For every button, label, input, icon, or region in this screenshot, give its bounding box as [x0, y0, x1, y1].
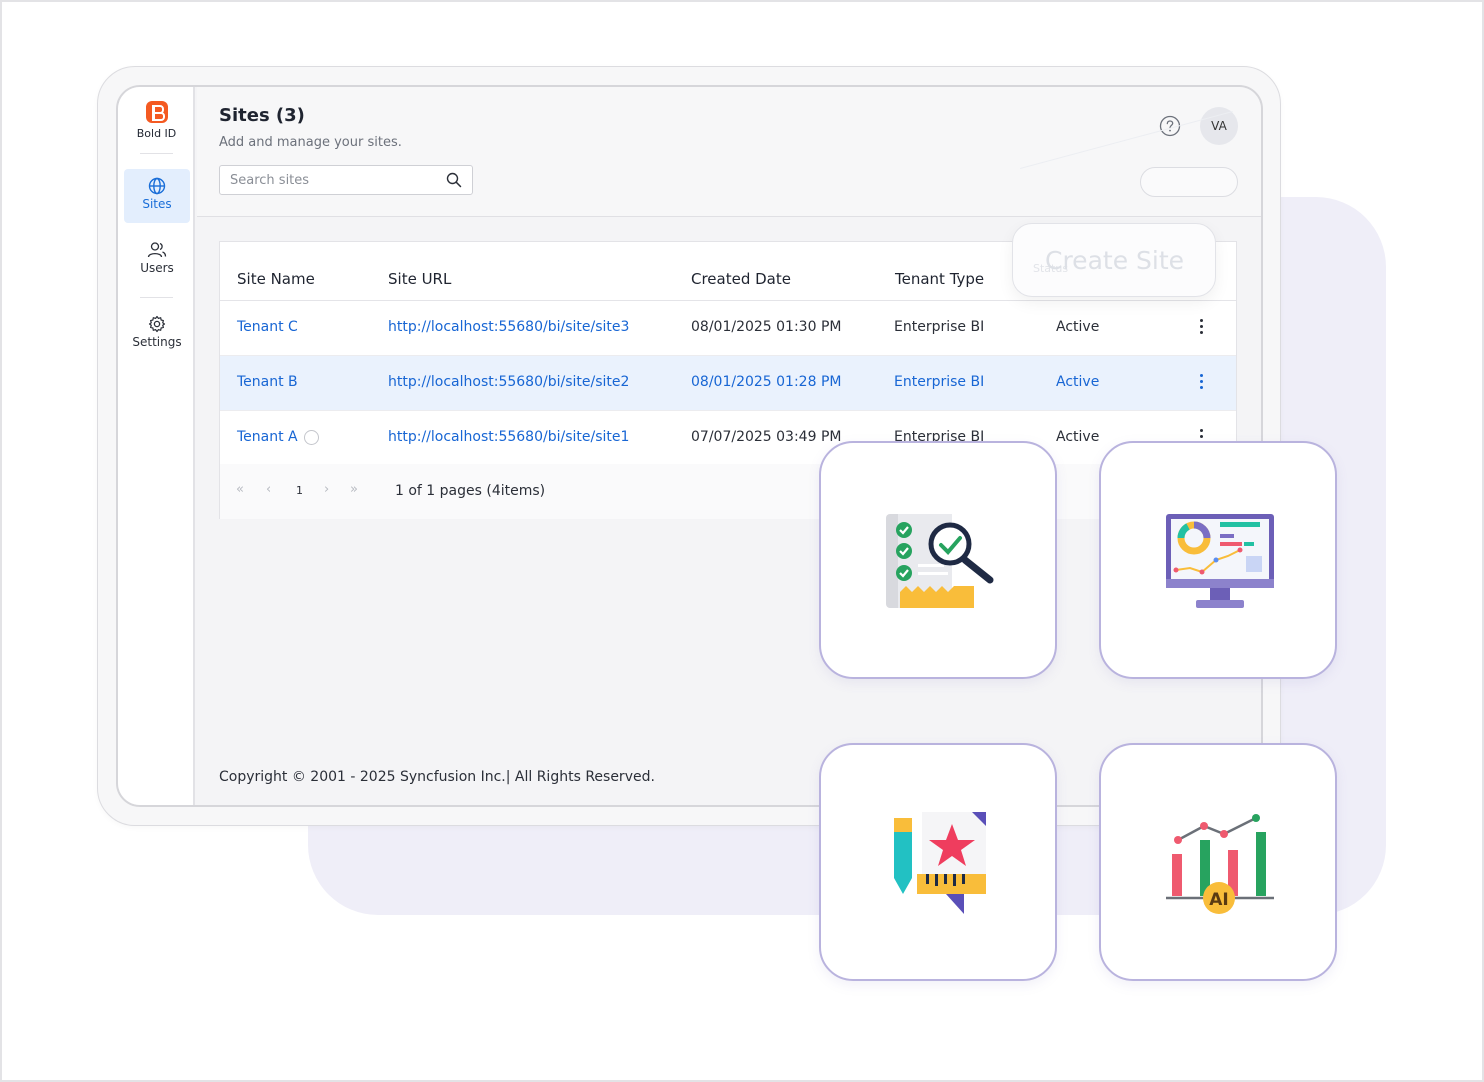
row-actions-kebab-icon[interactable]: [1200, 374, 1204, 392]
brand-name: Bold ID: [136, 127, 177, 140]
status: Active: [1056, 319, 1100, 335]
site-url-link[interactable]: http://localhost:55680/bi/site/site2: [388, 374, 629, 390]
footer-copyright: Copyright © 2001 - 2025 Syncfusion Inc.|…: [219, 769, 655, 785]
status: Active: [1056, 374, 1100, 390]
site-name-link[interactable]: Tenant C: [237, 319, 298, 335]
feature-tile-review: [819, 441, 1057, 679]
page-title: Sites (3): [219, 105, 305, 126]
svg-text:AI: AI: [1209, 890, 1228, 910]
tenant-type: Enterprise BI: [894, 374, 985, 390]
create-site-label: Create Site: [1045, 246, 1185, 275]
sidebar: Bold ID Sites Users Settings: [118, 87, 195, 805]
created-date: 07/07/2025 03:49 PM: [691, 429, 842, 445]
gear-icon: [148, 315, 166, 333]
feature-tile-ai-analytics: AI: [1099, 743, 1337, 981]
bold-id-logo-icon: [145, 101, 168, 123]
dashboard-monitor-icon: [1166, 514, 1274, 608]
next-page-icon[interactable]: ›: [324, 482, 329, 497]
pager: « ‹ 1 › » 1 of 1 pages (4items): [220, 464, 1236, 519]
row-actions-kebab-icon[interactable]: [1200, 319, 1204, 337]
table-row[interactable]: Tenant A http://localhost:55680/bi/site/…: [220, 411, 1236, 466]
page-subtitle: Add and manage your sites.: [219, 135, 402, 150]
feature-tile-dashboard: [1099, 441, 1337, 679]
pager-info: 1 of 1 pages (4items): [395, 483, 546, 499]
feature-tile-design: [819, 743, 1057, 981]
sidebar-item-label: Settings: [132, 335, 182, 349]
tenant-type: Enterprise BI: [894, 319, 985, 335]
page-number[interactable]: 1: [296, 484, 303, 497]
prev-page-icon[interactable]: ‹: [266, 482, 271, 497]
sidebar-divider: [140, 153, 173, 154]
search-box: [219, 165, 473, 195]
sidebar-item-settings[interactable]: Settings: [124, 307, 190, 361]
checklist-search-icon: [886, 514, 994, 608]
column-header-site-name[interactable]: Site Name: [237, 270, 315, 288]
last-page-icon[interactable]: »: [350, 482, 358, 497]
design-star-icon: [894, 812, 986, 914]
sidebar-item-label: Sites: [142, 197, 172, 211]
created-date: 08/01/2025 01:30 PM: [691, 319, 842, 335]
sidebar-item-label: Users: [140, 261, 174, 275]
site-name-link[interactable]: Tenant B: [237, 374, 298, 390]
sidebar-divider: [140, 297, 173, 298]
users-icon: [147, 242, 167, 258]
ai-analytics-icon: AI: [1166, 814, 1274, 914]
table-row[interactable]: Tenant B http://localhost:55680/bi/site/…: [220, 356, 1236, 411]
sidebar-item-users[interactable]: Users: [124, 233, 190, 287]
site-name-cell: Tenant A: [237, 429, 319, 445]
site-url-link[interactable]: http://localhost:55680/bi/site/site3: [388, 319, 629, 335]
create-site-button[interactable]: Status Create Site: [1012, 223, 1216, 297]
column-header-site-url[interactable]: Site URL: [388, 270, 451, 288]
brand[interactable]: Bold ID: [118, 101, 195, 140]
site-name-link[interactable]: Tenant A: [237, 429, 298, 445]
site-url-link[interactable]: http://localhost:55680/bi/site/site1: [388, 429, 629, 445]
default-site-indicator-icon: [303, 429, 319, 445]
table-row[interactable]: Tenant C http://localhost:55680/bi/site/…: [220, 301, 1236, 356]
status: Active: [1056, 429, 1100, 445]
column-header-created-date[interactable]: Created Date: [691, 270, 791, 288]
created-date: 08/01/2025 01:28 PM: [691, 374, 842, 390]
search-icon[interactable]: [446, 172, 462, 188]
sidebar-item-sites[interactable]: Sites: [124, 169, 190, 223]
first-page-icon[interactable]: «: [236, 482, 244, 497]
globe-icon: [148, 177, 166, 195]
column-header-tenant-type[interactable]: Tenant Type: [895, 270, 984, 288]
search-input[interactable]: [230, 166, 440, 194]
